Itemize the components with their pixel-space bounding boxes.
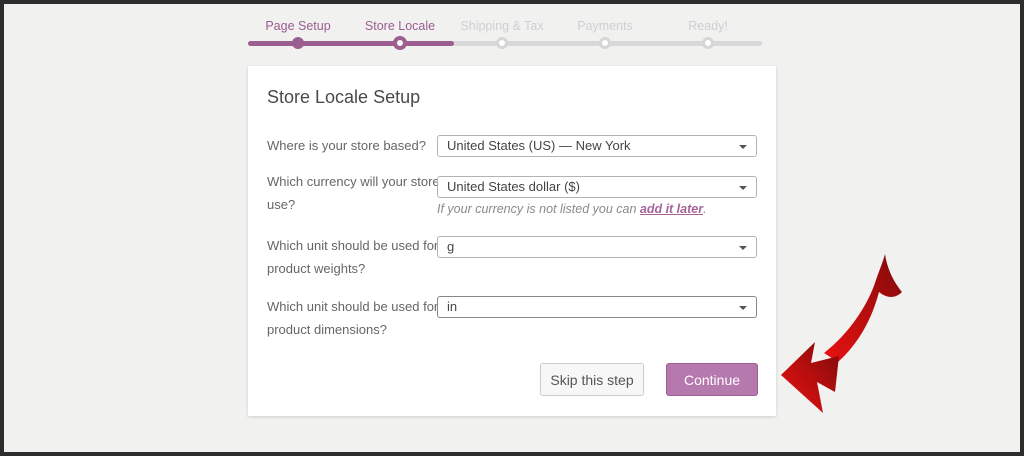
dimension-unit-select[interactable]: in xyxy=(437,296,757,318)
progress-fill xyxy=(248,41,454,46)
chevron-down-icon xyxy=(739,246,747,250)
helper-suffix: . xyxy=(703,202,706,216)
step-dot-page-setup xyxy=(292,37,304,49)
step-dot-ready xyxy=(702,37,714,49)
country-select[interactable]: United States (US) — New York xyxy=(437,135,757,157)
field-label-weight-unit: Which unit should be used for product we… xyxy=(267,234,442,280)
currency-select-value: United States dollar ($) xyxy=(447,179,580,194)
step-dot-shipping-tax xyxy=(496,37,508,49)
red-arrow-annotation xyxy=(775,250,915,418)
continue-button[interactable]: Continue xyxy=(666,363,758,396)
step-dot-store-locale xyxy=(393,36,407,50)
country-select-value: United States (US) — New York xyxy=(447,138,631,153)
currency-select[interactable]: United States dollar ($) xyxy=(437,176,757,198)
chevron-down-icon xyxy=(739,145,747,149)
field-label-store-location: Where is your store based? xyxy=(267,134,442,157)
store-locale-card: Store Locale Setup Where is your store b… xyxy=(248,66,776,416)
field-label-currency: Which currency will your store use? xyxy=(267,170,442,216)
step-dot-payments xyxy=(599,37,611,49)
add-it-later-link[interactable]: add it later xyxy=(640,202,703,216)
helper-prefix: If your currency is not listed you can xyxy=(437,202,640,216)
currency-helper-text: If your currency is not listed you can a… xyxy=(437,202,707,216)
chevron-down-icon xyxy=(739,306,747,310)
skip-step-button[interactable]: Skip this step xyxy=(540,363,644,396)
screenshot-frame: Page Setup Store Locale Shipping & Tax P… xyxy=(0,0,1024,456)
step-ready: Ready! xyxy=(643,18,773,34)
page-title: Store Locale Setup xyxy=(267,87,420,108)
field-label-dimension-unit: Which unit should be used for product di… xyxy=(267,295,442,341)
weight-unit-select-value: g xyxy=(447,239,454,254)
dimension-unit-select-value: in xyxy=(447,299,457,314)
chevron-down-icon xyxy=(739,186,747,190)
weight-unit-select[interactable]: g xyxy=(437,236,757,258)
